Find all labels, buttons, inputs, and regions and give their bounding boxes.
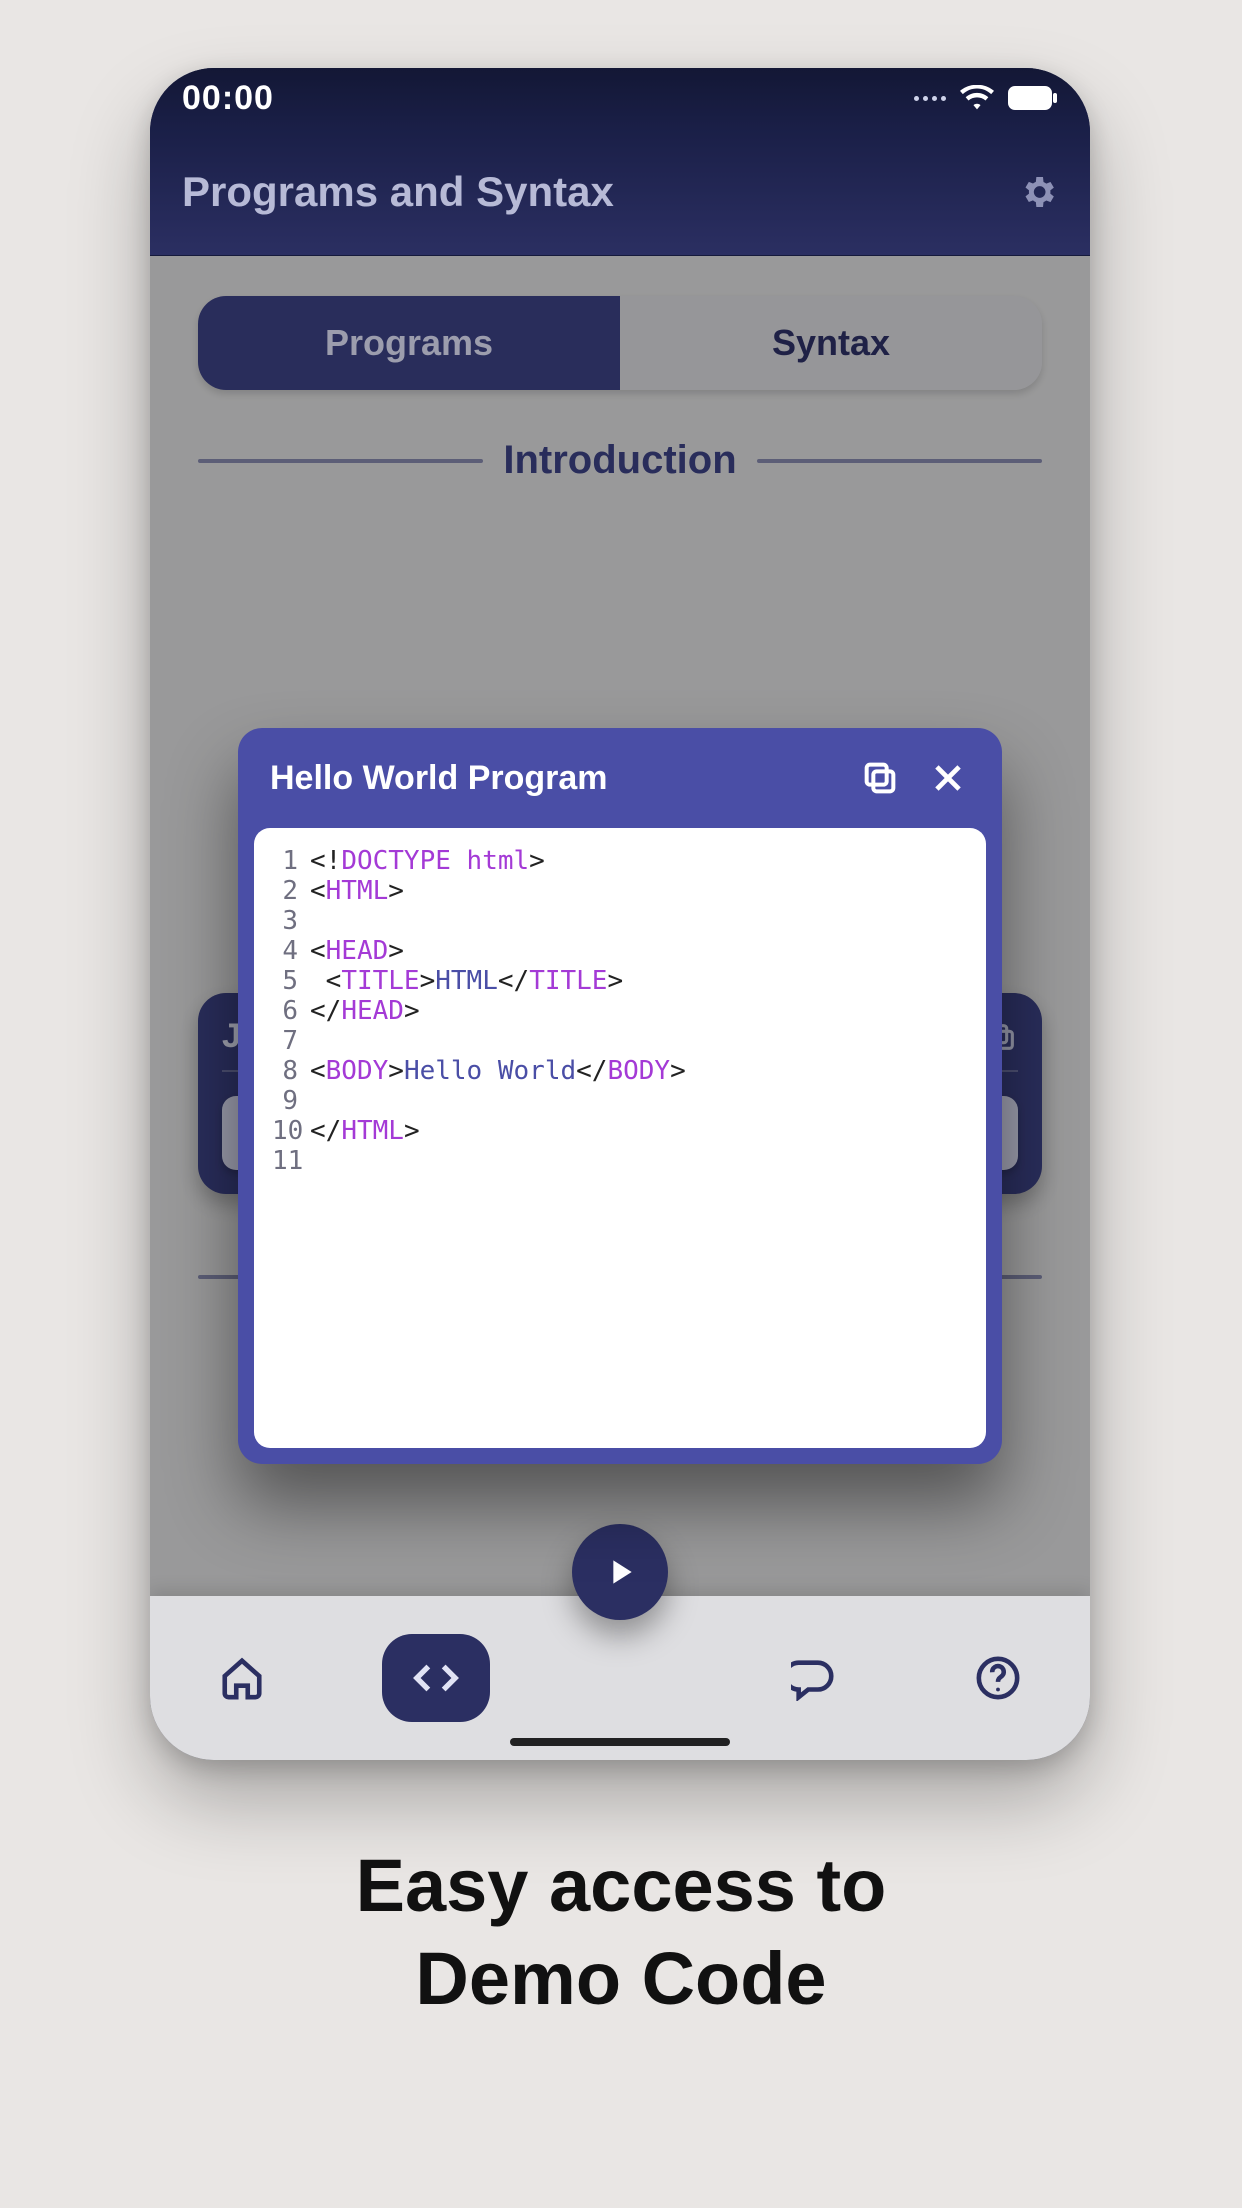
battery-icon xyxy=(1008,86,1058,110)
nav-code[interactable] xyxy=(382,1634,490,1722)
line-gutter: 1 2 3 4 5 6 7 8 9 10 11 xyxy=(272,846,310,1420)
status-time: 00:00 xyxy=(182,79,274,118)
play-fab[interactable] xyxy=(572,1524,668,1620)
chat-icon xyxy=(791,1655,837,1701)
phone-frame: 00:00 Programs and Syntax Programs Synta… xyxy=(150,68,1090,1760)
content-area: Programs Syntax Introduction JavaScript xyxy=(150,256,1090,1760)
settings-icon[interactable] xyxy=(1018,172,1058,212)
modal-title: Hello World Program xyxy=(270,759,834,798)
app-header: Programs and Syntax xyxy=(150,128,1090,256)
nav-chat[interactable] xyxy=(770,1634,858,1722)
close-modal-button[interactable] xyxy=(926,756,970,800)
bottom-nav xyxy=(150,1596,1090,1760)
copy-code-button[interactable] xyxy=(858,756,902,800)
status-indicators xyxy=(914,85,1058,111)
cellular-icon xyxy=(914,96,946,101)
page-title: Programs and Syntax xyxy=(182,168,614,216)
home-icon xyxy=(219,1655,265,1701)
close-icon xyxy=(929,759,967,797)
code-icon xyxy=(413,1655,459,1701)
copy-icon xyxy=(860,758,900,798)
home-indicator xyxy=(510,1738,730,1746)
marketing-caption: Easy access to Demo Code xyxy=(0,1840,1242,2025)
code-modal: Hello World Program 1 2 3 4 5 6 7 8 9 10… xyxy=(238,728,1002,1464)
wifi-icon xyxy=(960,85,994,111)
caption-line-1: Easy access to xyxy=(0,1840,1242,1933)
nav-help[interactable] xyxy=(954,1634,1042,1722)
play-icon xyxy=(600,1552,640,1592)
code-panel: 1 2 3 4 5 6 7 8 9 10 11 <!DOCTYPE html> … xyxy=(254,828,986,1448)
code-text: <!DOCTYPE html> <HTML> <HEAD> <TITLE>HTM… xyxy=(310,846,968,1420)
nav-home[interactable] xyxy=(198,1634,286,1722)
caption-line-2: Demo Code xyxy=(0,1933,1242,2026)
help-icon xyxy=(975,1655,1021,1701)
status-bar: 00:00 xyxy=(150,68,1090,128)
